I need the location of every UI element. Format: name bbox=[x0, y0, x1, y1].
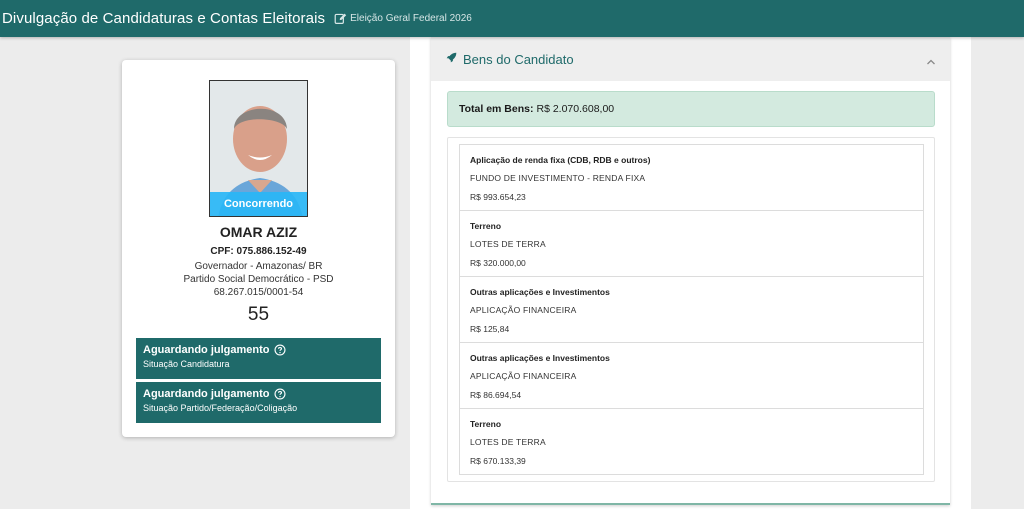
asset-value: R$ 86.694,54 bbox=[470, 390, 522, 400]
asset-item: Aplicação de renda fixa (CDB, RDB e outr… bbox=[460, 145, 923, 211]
question-circle-icon[interactable] bbox=[273, 388, 286, 400]
asset-description: LOTES DE TERRA bbox=[470, 437, 546, 447]
candidate-card: Concorrendo OMAR AZIZ CPF: 075.886.152-4… bbox=[122, 60, 395, 437]
edit-icon[interactable] bbox=[334, 12, 347, 25]
asset-description: APLICAÇÃO FINANCEIRA bbox=[470, 305, 577, 315]
asset-value: R$ 670.133,39 bbox=[470, 456, 526, 466]
candidate-cnpj: 68.267.015/0001-54 bbox=[213, 287, 304, 298]
asset-description: LOTES DE TERRA bbox=[470, 239, 546, 249]
app-header: Divulgação de Candidaturas e Contas Elei… bbox=[0, 0, 1024, 37]
main-panel: Bens do Candidato Total em Bens: R$ 2.07… bbox=[410, 37, 971, 509]
candidacy-status-ribbon: Concorrendo bbox=[210, 192, 307, 216]
app-title: Divulgação de Candidaturas e Contas Elei… bbox=[2, 10, 326, 27]
status-subtitle: Situação Candidatura bbox=[143, 359, 230, 369]
assets-list: Aplicação de renda fixa (CDB, RDB e outr… bbox=[459, 144, 924, 475]
asset-item: Terreno LOTES DE TERRA R$ 320.000,00 bbox=[460, 211, 923, 277]
status-title: Aguardando julgamento bbox=[143, 388, 270, 400]
candidate-party: Partido Social Democrático - PSD bbox=[183, 274, 334, 285]
candidate-office: Governador - Amazonas/ BR bbox=[194, 261, 323, 272]
election-name[interactable]: Eleição Geral Federal 2026 bbox=[350, 13, 472, 24]
candidate-cpf: CPF: 075.886.152-49 bbox=[210, 246, 307, 257]
asset-item: Terreno LOTES DE TERRA R$ 670.133,39 bbox=[460, 409, 923, 474]
asset-value: R$ 125,84 bbox=[470, 324, 510, 334]
asset-description: APLICAÇÃO FINANCEIRA bbox=[470, 371, 577, 381]
asset-type: Outras aplicações e Investimentos bbox=[470, 287, 610, 297]
candidacy-status-box: Aguardando julgamento Situação Candidatu… bbox=[136, 338, 381, 379]
asset-type: Terreno bbox=[470, 221, 502, 231]
asset-value: R$ 320.000,00 bbox=[470, 258, 526, 268]
chevron-up-icon[interactable] bbox=[926, 53, 936, 71]
asset-description: FUNDO DE INVESTIMENTO - RENDA FIXA bbox=[470, 173, 646, 183]
asset-value: R$ 993.654,23 bbox=[470, 192, 526, 202]
status-subtitle: Situação Partido/Federação/Coligação bbox=[143, 403, 298, 413]
assets-accordion-header[interactable]: Bens do Candidato bbox=[431, 37, 950, 81]
asset-type: Outras aplicações e Investimentos bbox=[470, 353, 610, 363]
assets-list-container: Aplicação de renda fixa (CDB, RDB e outr… bbox=[447, 137, 935, 482]
candidate-photo: Concorrendo bbox=[209, 80, 308, 217]
section-title: Bens do Candidato bbox=[463, 51, 574, 67]
party-status-box: Aguardando julgamento Situação Partido/F… bbox=[136, 382, 381, 423]
candidate-number: 55 bbox=[247, 304, 270, 325]
asset-item: Outras aplicações e Investimentos APLICA… bbox=[460, 277, 923, 343]
status-title: Aguardando julgamento bbox=[143, 344, 270, 356]
assets-accordion: Bens do Candidato Total em Bens: R$ 2.07… bbox=[431, 37, 950, 505]
rocket-icon bbox=[446, 50, 457, 68]
total-assets-value: R$ 2.070.608,00 bbox=[536, 103, 615, 115]
asset-type: Terreno bbox=[470, 419, 502, 429]
asset-type: Aplicação de renda fixa (CDB, RDB e outr… bbox=[470, 155, 651, 165]
total-assets-alert: Total em Bens: R$ 2.070.608,00 bbox=[447, 91, 935, 127]
question-circle-icon[interactable] bbox=[273, 344, 286, 356]
candidate-name: OMAR AZIZ bbox=[219, 224, 298, 240]
total-assets-label: Total em Bens: bbox=[459, 103, 534, 115]
asset-item: Outras aplicações e Investimentos APLICA… bbox=[460, 343, 923, 409]
